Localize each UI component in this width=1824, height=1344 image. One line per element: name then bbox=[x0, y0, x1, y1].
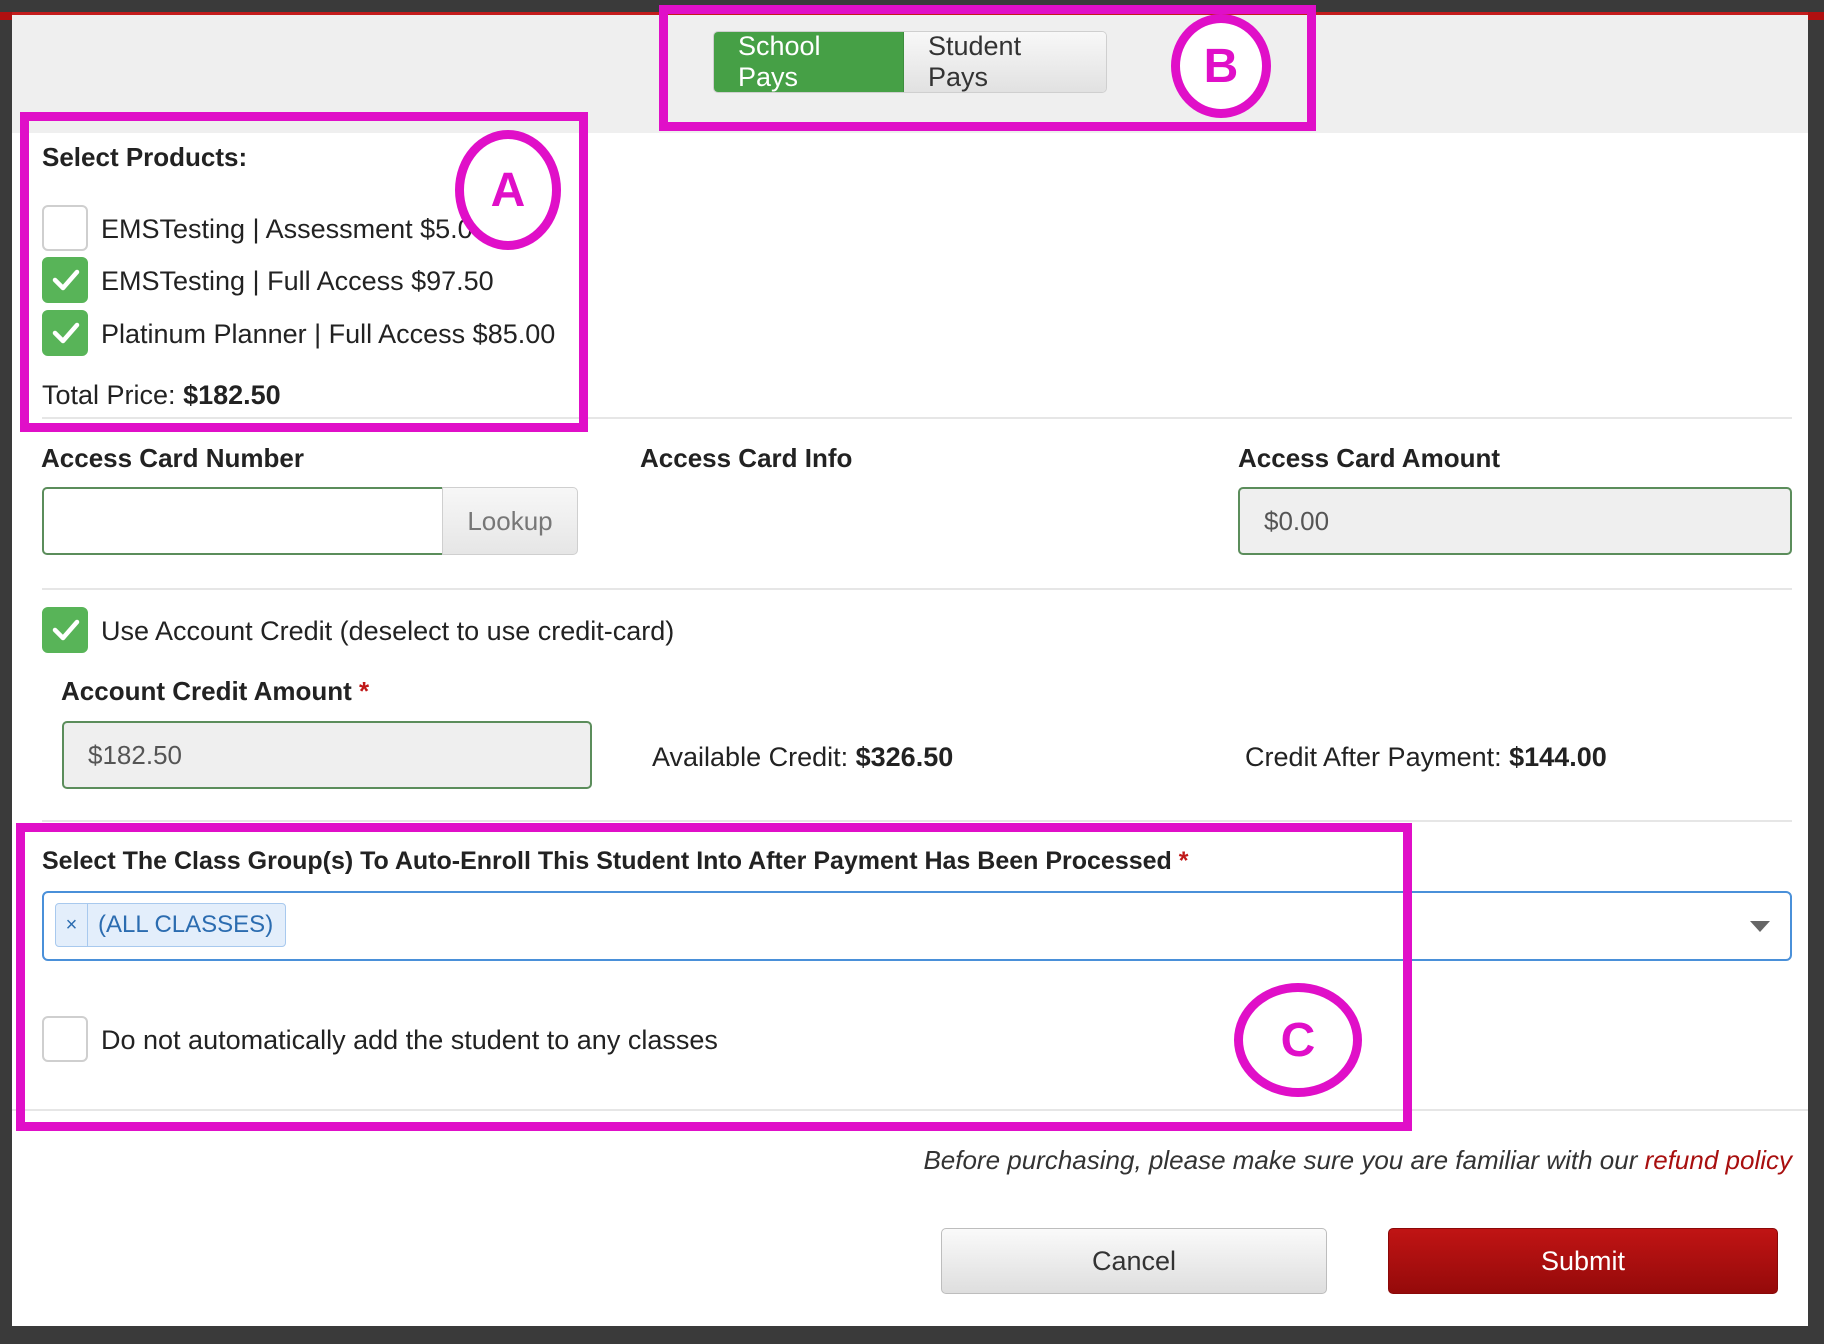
lookup-button[interactable]: Lookup bbox=[442, 487, 578, 555]
annotation-label-a: A bbox=[455, 130, 561, 250]
available-credit-label: Available Credit: bbox=[652, 742, 849, 772]
refund-policy-link[interactable]: refund policy bbox=[1645, 1145, 1792, 1175]
chevron-down-icon[interactable] bbox=[1750, 921, 1770, 932]
check-icon bbox=[52, 619, 80, 641]
submit-button[interactable]: Submit bbox=[1388, 1228, 1778, 1294]
divider bbox=[42, 588, 1792, 590]
access-card-number-label: Access Card Number bbox=[41, 443, 304, 473]
use-account-credit-checkbox[interactable] bbox=[42, 607, 88, 653]
credit-after-payment: Credit After Payment: $144.00 bbox=[1245, 742, 1607, 773]
access-card-amount-label: Access Card Amount bbox=[1238, 443, 1500, 473]
account-credit-amount-text: Account Credit Amount bbox=[61, 676, 352, 706]
access-card-number-input[interactable] bbox=[42, 487, 444, 555]
credit-after-payment-value: $144.00 bbox=[1509, 742, 1607, 772]
credit-after-payment-label: Credit After Payment: bbox=[1245, 742, 1502, 772]
cancel-button[interactable]: Cancel bbox=[941, 1228, 1327, 1294]
use-account-credit-label: Use Account Credit (deselect to use cred… bbox=[101, 616, 675, 646]
account-credit-amount-label: Account Credit Amount * bbox=[61, 676, 369, 707]
annotation-box-c bbox=[16, 823, 1412, 1131]
required-mark: * bbox=[359, 676, 370, 706]
annotation-label-c: C bbox=[1234, 983, 1362, 1097]
access-card-info-label: Access Card Info bbox=[640, 443, 853, 473]
available-credit-value: $326.50 bbox=[855, 742, 954, 772]
annotation-label-b: B bbox=[1171, 14, 1271, 118]
refund-note-text: Before purchasing, please make sure you … bbox=[923, 1145, 1645, 1175]
divider bbox=[42, 820, 1792, 822]
account-credit-amount-field: $182.50 bbox=[62, 721, 592, 789]
available-credit: Available Credit: $326.50 bbox=[652, 742, 953, 773]
refund-note: Before purchasing, please make sure you … bbox=[923, 1145, 1792, 1176]
access-card-amount-field: $0.00 bbox=[1238, 487, 1792, 555]
